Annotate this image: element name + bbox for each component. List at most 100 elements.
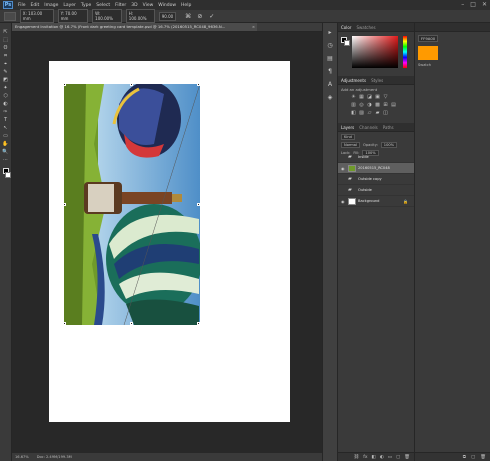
trash-icon[interactable]: 🗑 [480,455,486,460]
background-color-swatch[interactable] [344,40,350,46]
marquee-tool-icon[interactable]: ⬚ [1,37,10,44]
layer-row-outside[interactable]: ▰ Outside [338,185,414,196]
hex-field[interactable]: FF9A00 [418,35,439,42]
crop-tool-icon[interactable]: ⌖ [1,61,10,68]
menu-type[interactable]: Type [81,3,91,8]
paragraph-icon[interactable]: ¶ [328,68,332,76]
tab-layers[interactable]: Layers [341,125,354,130]
menu-layer[interactable]: Layer [63,3,76,8]
adjustment-layer-icon[interactable]: ◐ [380,455,384,460]
transform-handle-top[interactable] [130,84,133,86]
levels-icon[interactable]: ▦ [359,94,364,100]
color-picker-field[interactable] [352,36,398,68]
color-balance-icon[interactable]: ◎ [359,102,364,108]
posterize-icon[interactable]: ▨ [359,110,364,116]
brush-tool-icon[interactable]: ✦ [1,85,10,92]
menu-window[interactable]: Window [158,3,176,8]
more-tools-icon[interactable]: ⋯ [1,157,10,164]
move-tool-icon[interactable]: ⇱ [1,29,10,36]
play-icon[interactable]: ▸ [328,29,331,37]
shape-tool-icon[interactable]: ▭ [1,133,10,140]
document-tab[interactable]: Engagement Invitation @ 16.7% (Front dar… [12,23,257,31]
opacity-field[interactable]: 100% [380,142,398,148]
transform-handle-top-left[interactable] [64,84,66,86]
commit-transform-icon[interactable]: ✓ [208,13,216,20]
stamp-tool-icon[interactable]: ⬡ [1,93,10,100]
link-layers-icon[interactable]: ⛓ [354,455,360,460]
transform-handle-right[interactable] [197,203,200,206]
history-icon[interactable]: ◷ [327,42,332,50]
hue-saturation-icon[interactable]: ▥ [351,102,356,108]
transform-handle-top-right[interactable] [197,84,200,86]
layer-kind-filter[interactable]: Kind [341,134,355,140]
blend-mode-select[interactable]: Normal [341,142,361,148]
transform-handle-bottom-left[interactable] [64,322,66,325]
brightness-icon[interactable]: ☀ [351,94,356,100]
eyedropper-tool-icon[interactable]: ✎ [1,69,10,76]
lasso-tool-icon[interactable]: ʘ [1,45,10,52]
maximize-icon[interactable]: □ [470,1,476,9]
eye-icon[interactable]: ◉ [341,166,346,171]
invert-icon[interactable]: ◧ [351,110,356,116]
orange-swatch[interactable] [418,46,438,60]
properties-icon[interactable]: ▤ [327,55,333,63]
channel-mixer-icon[interactable]: ⊞ [383,102,388,108]
layer-mask-icon[interactable]: ◧ [372,455,376,460]
menu-select[interactable]: Select [96,3,110,8]
selective-color-icon[interactable]: ◫ [383,110,388,116]
threshold-icon[interactable]: ▱ [367,110,372,116]
rotation-field[interactable]: 90.00 [158,11,177,21]
path-select-tool-icon[interactable]: ↖ [1,125,10,132]
transform-handle-bottom-right[interactable] [197,322,200,325]
vibrance-icon[interactable]: ▽ [383,94,388,100]
tab-swatches[interactable]: Swatches [356,25,375,30]
zoom-level[interactable]: 16.67% [15,453,29,461]
black-white-icon[interactable]: ◑ [367,102,372,108]
pen-tool-icon[interactable]: ✑ [1,109,10,116]
menu-view[interactable]: View [143,3,154,8]
tab-channels[interactable]: Channels [359,125,378,130]
close-icon[interactable]: ✕ [482,1,487,9]
color-lookup-icon[interactable]: ▤ [391,102,396,108]
duplicate-icon[interactable]: ⧉ [463,454,466,460]
tab-adjustments[interactable]: Adjustments [341,78,366,83]
gradient-map-icon[interactable]: ▰ [375,110,380,116]
type-tool-icon[interactable]: T [1,117,10,124]
quick-select-tool-icon[interactable]: ⌗ [1,53,10,60]
layer-row-photo[interactable]: ◉ 20160515_RC048 [338,163,414,174]
new-group-icon[interactable]: ▭ [388,455,392,460]
new-item-icon[interactable]: ▢ [471,455,475,460]
menu-edit[interactable]: Edit [31,3,40,8]
width-field[interactable]: W: 100.00% [92,9,122,23]
character-icon[interactable]: A [328,81,332,89]
layer-style-icon[interactable]: fx [363,455,367,460]
transform-handle-left[interactable] [64,203,66,206]
zoom-tool-icon[interactable]: 🔍 [1,149,10,156]
height-field[interactable]: H: 100.00% [125,9,155,23]
menu-help[interactable]: Help [181,3,191,8]
minimize-icon[interactable]: – [461,1,464,9]
canvas-area[interactable] [12,32,322,453]
dodge-tool-icon[interactable]: ◐ [1,101,10,108]
new-layer-icon[interactable]: ▢ [396,455,400,460]
close-icon[interactable]: × [252,23,255,31]
menu-file[interactable]: File [18,3,26,8]
hand-tool-icon[interactable]: ✋ [1,141,10,148]
trash-icon[interactable]: 🗑 [404,455,410,460]
x-position-field[interactable]: X: 103.00 mm [19,9,54,23]
photo-filter-icon[interactable]: ▩ [375,102,380,108]
hue-slider[interactable] [403,36,407,68]
exposure-icon[interactable]: ▣ [375,94,380,100]
layer-row-background[interactable]: ◉ Background 🔒 [338,196,414,207]
tab-styles[interactable]: Styles [371,78,383,83]
eye-icon[interactable]: ◉ [341,199,346,204]
cancel-transform-icon[interactable]: ⊘ [196,13,204,20]
menu-filter[interactable]: Filter [115,3,126,8]
background-color-swatch[interactable] [4,172,11,178]
tool-preset-picker[interactable] [4,11,16,21]
curves-icon[interactable]: ◪ [367,94,372,100]
tab-paths[interactable]: Paths [383,125,394,130]
transform-handle-bottom[interactable] [130,322,133,325]
document-canvas[interactable] [49,61,290,422]
doc-size[interactable]: Doc: 2.49M/199.3M [37,453,72,461]
